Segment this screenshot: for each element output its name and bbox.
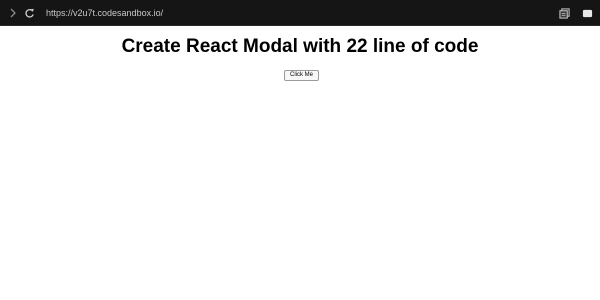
copy-icon[interactable] xyxy=(556,5,572,21)
click-me-button[interactable]: Click Me xyxy=(284,70,319,81)
chevron-right-icon[interactable] xyxy=(5,5,21,21)
page-title: Create React Modal with 22 line of code xyxy=(121,36,479,57)
page-content: Create React Modal with 22 line of code … xyxy=(0,26,600,300)
refresh-icon[interactable] xyxy=(21,5,37,21)
browser-toolbar: https://v2u7t.codesandbox.io/ xyxy=(0,0,600,26)
preview-window-icon[interactable] xyxy=(579,5,595,21)
address-bar-url[interactable]: https://v2u7t.codesandbox.io/ xyxy=(46,7,163,21)
